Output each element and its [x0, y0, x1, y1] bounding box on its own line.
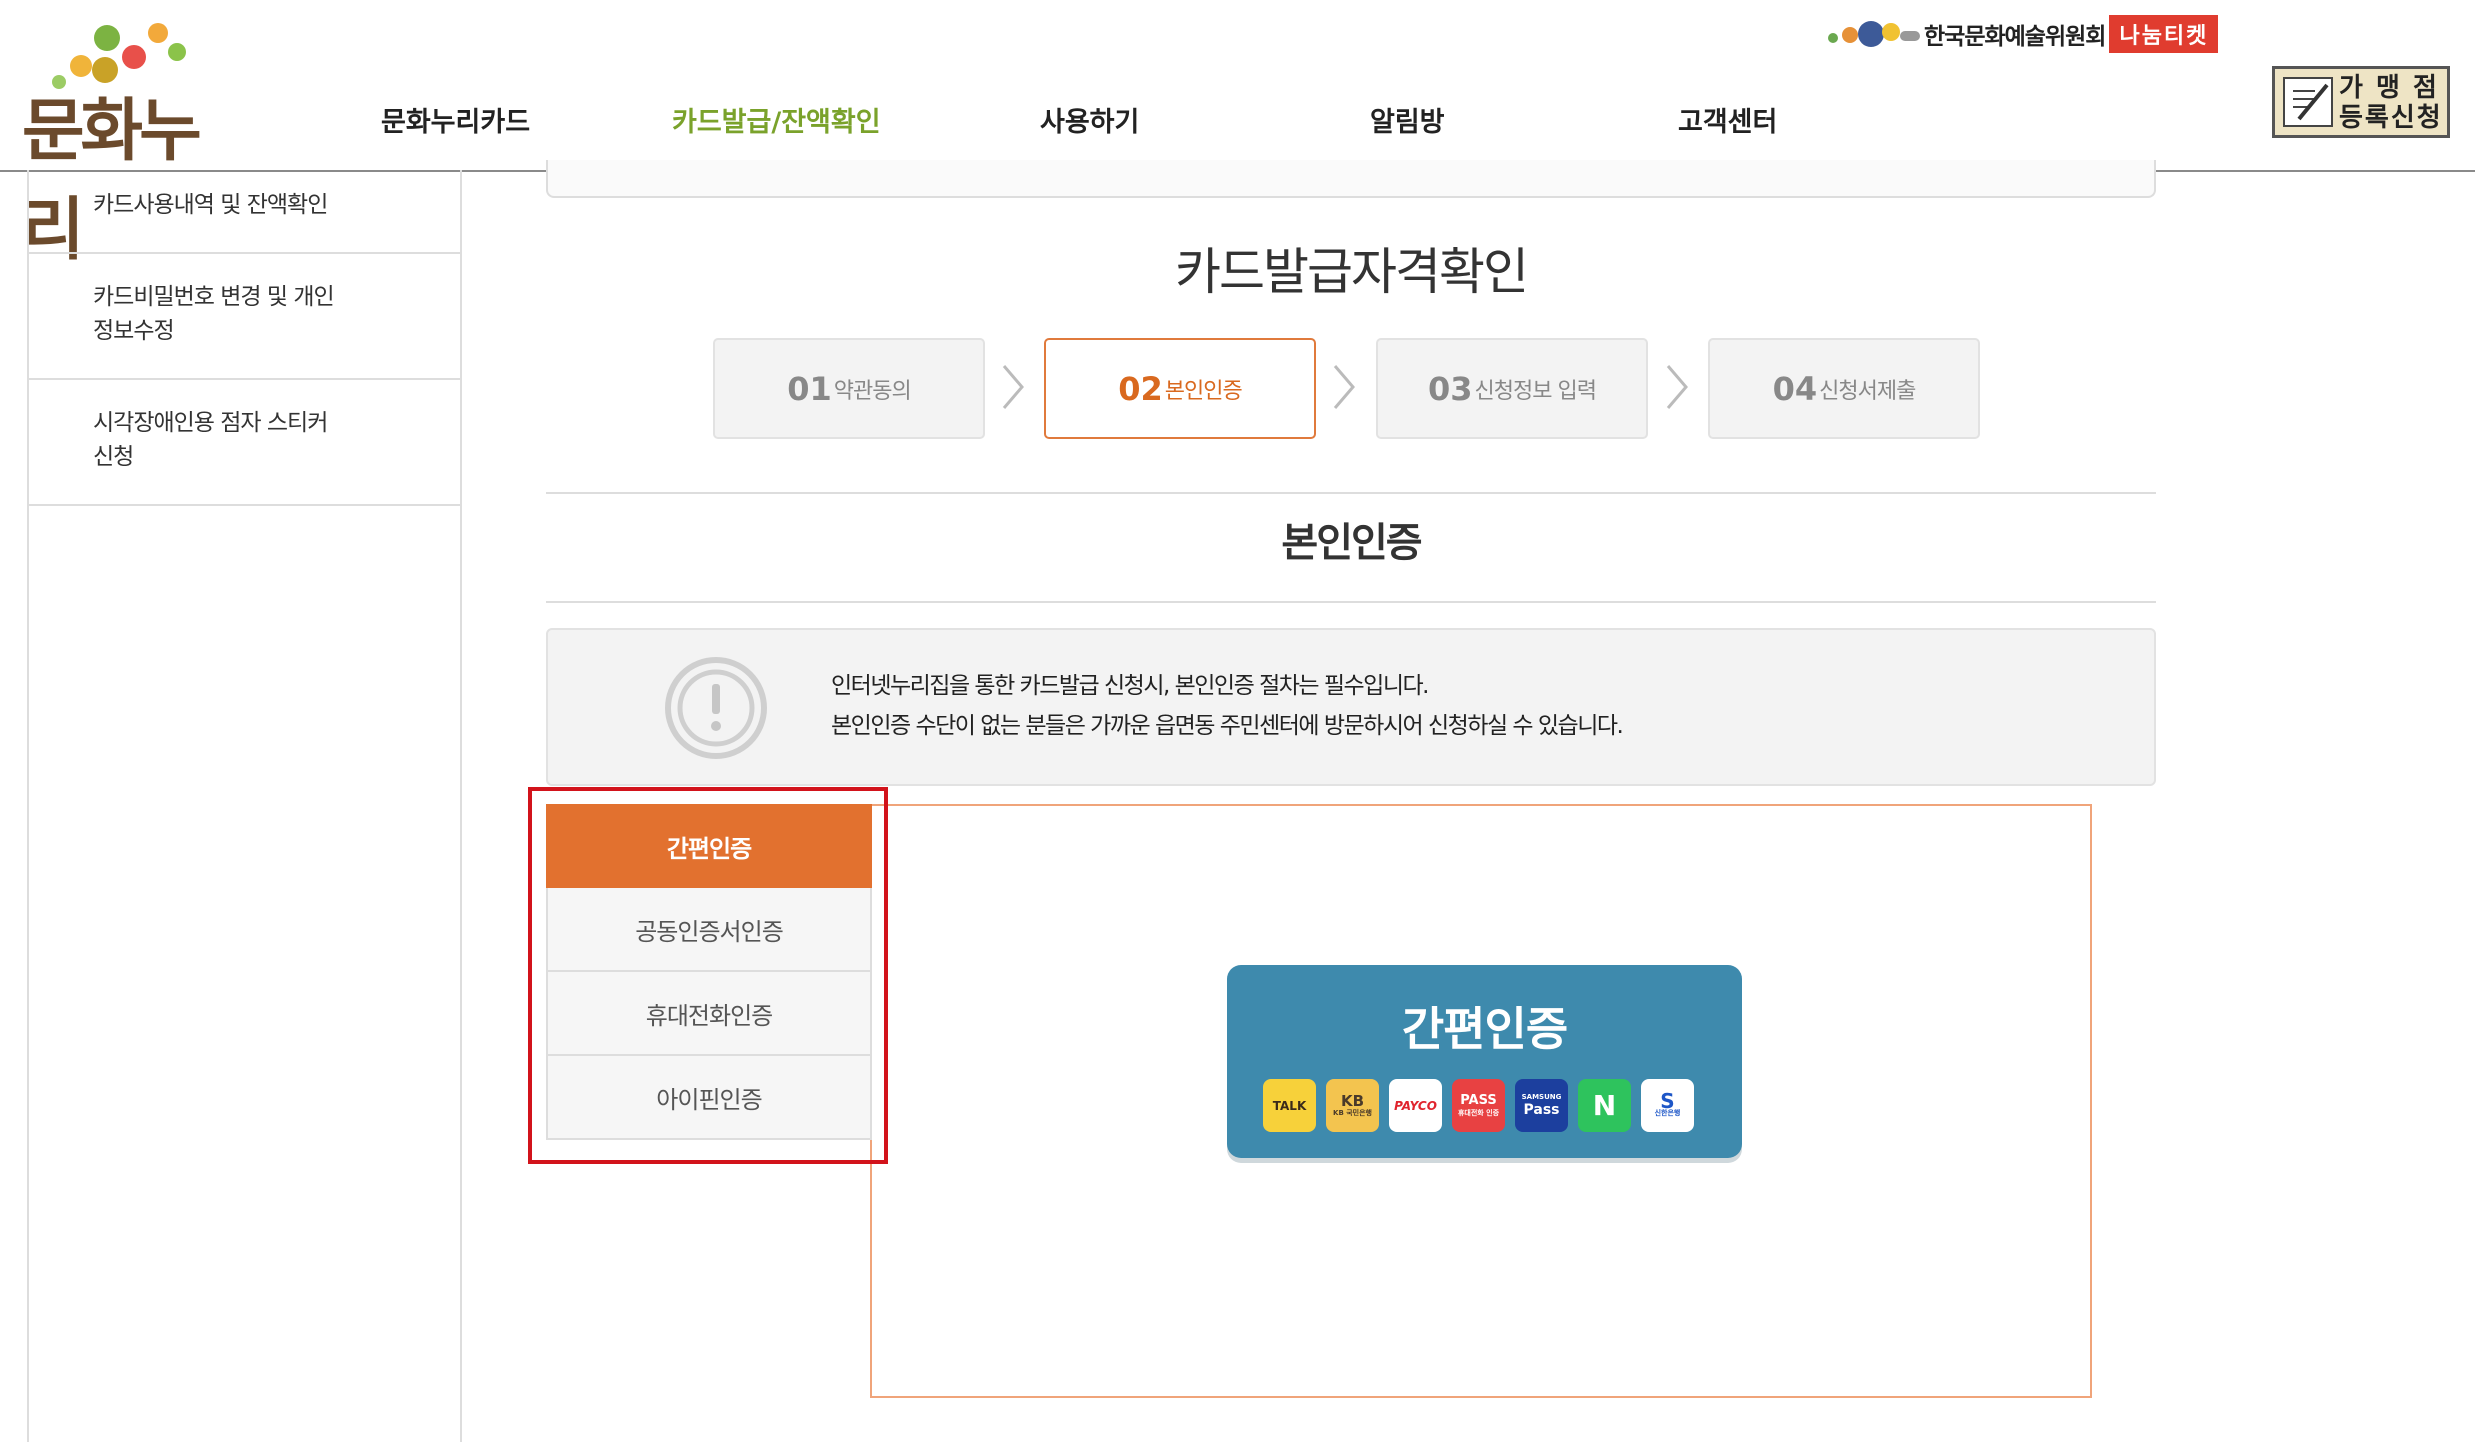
nav-how-to-use[interactable]: 사용하기 — [1040, 100, 1139, 139]
pen-document-icon — [2283, 77, 2333, 127]
sidebar-item-password-info[interactable]: 카드비밀번호 변경 및 개인 정보수정 — [29, 254, 460, 380]
shinhan-bank-icon: S 신한은행 — [1641, 1079, 1694, 1132]
step-terms-agreement: 01 약관동의 — [713, 338, 985, 439]
step-arrow-icon — [1666, 365, 1688, 409]
notice-line-1: 인터넷누리집을 통한 카드발급 신청시, 본인인증 절차는 필수입니다. — [831, 673, 1429, 699]
sidebar-item-usage-balance[interactable]: 카드사용내역 및 잔액확인 — [29, 170, 460, 254]
provider-sublabel: 휴대전화 인증 — [1457, 1109, 1500, 1117]
notice-box: 인터넷누리집을 통한 카드발급 신청시, 본인인증 절차는 필수입니다. 본인인… — [546, 628, 2156, 786]
step-number: 04 — [1772, 369, 1818, 408]
tab-certificate-auth[interactable]: 공동인증서인증 — [546, 888, 872, 972]
nav-munhwanuri-card[interactable]: 문화누리카드 — [381, 100, 530, 139]
provider-label: TALK — [1272, 1098, 1307, 1113]
step-submit-application: 04 신청서제출 — [1708, 338, 1980, 439]
step-identity-verification: 02 본인인증 — [1044, 338, 1316, 439]
simple-auth-button[interactable]: 간편인증 TALK KB KB 국민은행 PAYCO PASS 휴대전화 인증 … — [1227, 965, 1742, 1158]
sidebar-item-label: 시각장애인용 점자 스티커 — [93, 410, 328, 436]
step-number: 02 — [1118, 369, 1163, 408]
kakao-talk-icon: TALK — [1263, 1079, 1316, 1132]
step-label: 본인인증 — [1164, 378, 1243, 404]
auth-method-tabs: 간편인증 공동인증서인증 휴대전화인증 아이핀인증 — [546, 804, 872, 1140]
step-label: 약관동의 — [833, 378, 912, 404]
payco-icon: PAYCO — [1389, 1079, 1442, 1132]
previous-section-box — [546, 160, 2156, 198]
provider-label: S — [1660, 1089, 1675, 1113]
naver-icon: N — [1578, 1079, 1631, 1132]
nav-customer-center[interactable]: 고객센터 — [1678, 100, 1777, 139]
sidebar-item-label: 신청 — [93, 444, 134, 470]
step-number: 01 — [787, 369, 832, 408]
nav-notice-room[interactable]: 알림방 — [1370, 100, 1445, 139]
step-arrow-icon — [1002, 365, 1024, 409]
step-number: 03 — [1428, 369, 1473, 408]
provider-sublabel: KB 국민은행 — [1333, 1109, 1372, 1117]
site-logo[interactable]: 문화누리 — [22, 15, 242, 270]
provider-label: PASS — [1460, 1093, 1497, 1108]
provider-label: Pass — [1523, 1102, 1560, 1118]
merchant-label-line2: 등록신청 — [2339, 103, 2443, 133]
exclamation-circle-icon — [665, 657, 767, 759]
section-title: 본인인증 — [1281, 520, 1422, 566]
section-divider-bottom — [546, 601, 2156, 603]
arko-nanum-ticket-link[interactable]: 한국문화예술위원회 나눔티켓 — [1828, 14, 2219, 54]
section-divider-top — [546, 492, 2156, 494]
step-arrow-icon — [1333, 365, 1355, 409]
arko-logo-icon — [1828, 17, 1920, 51]
tab-ipin-auth[interactable]: 아이핀인증 — [546, 1056, 872, 1140]
nav-card-issue-balance[interactable]: 카드발급/잔액확인 — [672, 100, 881, 139]
pass-icon: PASS 휴대전화 인증 — [1452, 1079, 1505, 1132]
arko-text: 한국문화예술위원회 — [1924, 24, 2106, 50]
provider-sublabel: SAMSUNG — [1521, 1093, 1562, 1101]
sidebar-item-label: 카드비밀번호 변경 및 개인 — [93, 284, 335, 310]
kb-bank-icon: KB KB 국민은행 — [1326, 1079, 1379, 1132]
simple-auth-title: 간편인증 — [1401, 1002, 1568, 1056]
sidebar-item-braille-sticker[interactable]: 시각장애인용 점자 스티커 신청 — [29, 380, 460, 506]
provider-sublabel: 신한은행 — [1654, 1109, 1681, 1117]
step-application-info: 03 신청정보 입력 — [1376, 338, 1648, 439]
sidebar-item-label: 정보수정 — [93, 318, 175, 344]
step-label: 신청정보 입력 — [1474, 378, 1597, 404]
step-label: 신청서제출 — [1819, 378, 1916, 404]
provider-label: PAYCO — [1394, 1098, 1437, 1113]
page-title: 카드발급자격확인 — [1175, 243, 1529, 301]
provider-label: N — [1592, 1088, 1617, 1122]
nanum-ticket-badge: 나눔티켓 — [2109, 15, 2219, 53]
site-header: 문화누리 문화누리카드 카드발급/잔액확인 사용하기 알림방 고객센터 한국문화… — [0, 0, 2475, 270]
notice-line-2: 본인인증 수단이 없는 분들은 가까운 읍면동 주민센터에 방문하시어 신청하실… — [831, 713, 1624, 739]
tab-simple-auth[interactable]: 간편인증 — [546, 804, 872, 888]
provider-icons: TALK KB KB 국민은행 PAYCO PASS 휴대전화 인증 SAMSU… — [1263, 1079, 1704, 1132]
samsung-pass-icon: SAMSUNG Pass — [1515, 1079, 1568, 1132]
merchant-label-line1: 가 맹 점 — [2339, 73, 2439, 103]
sidebar-item-label: 카드사용내역 및 잔액확인 — [93, 192, 328, 218]
merchant-registration-button[interactable]: 가 맹 점 등록신청 — [2272, 66, 2450, 138]
sidebar-menu: 카드사용내역 및 잔액확인 카드비밀번호 변경 및 개인 정보수정 시각장애인용… — [27, 170, 462, 1442]
tab-mobile-auth[interactable]: 휴대전화인증 — [546, 972, 872, 1056]
provider-label: KB — [1340, 1092, 1365, 1110]
